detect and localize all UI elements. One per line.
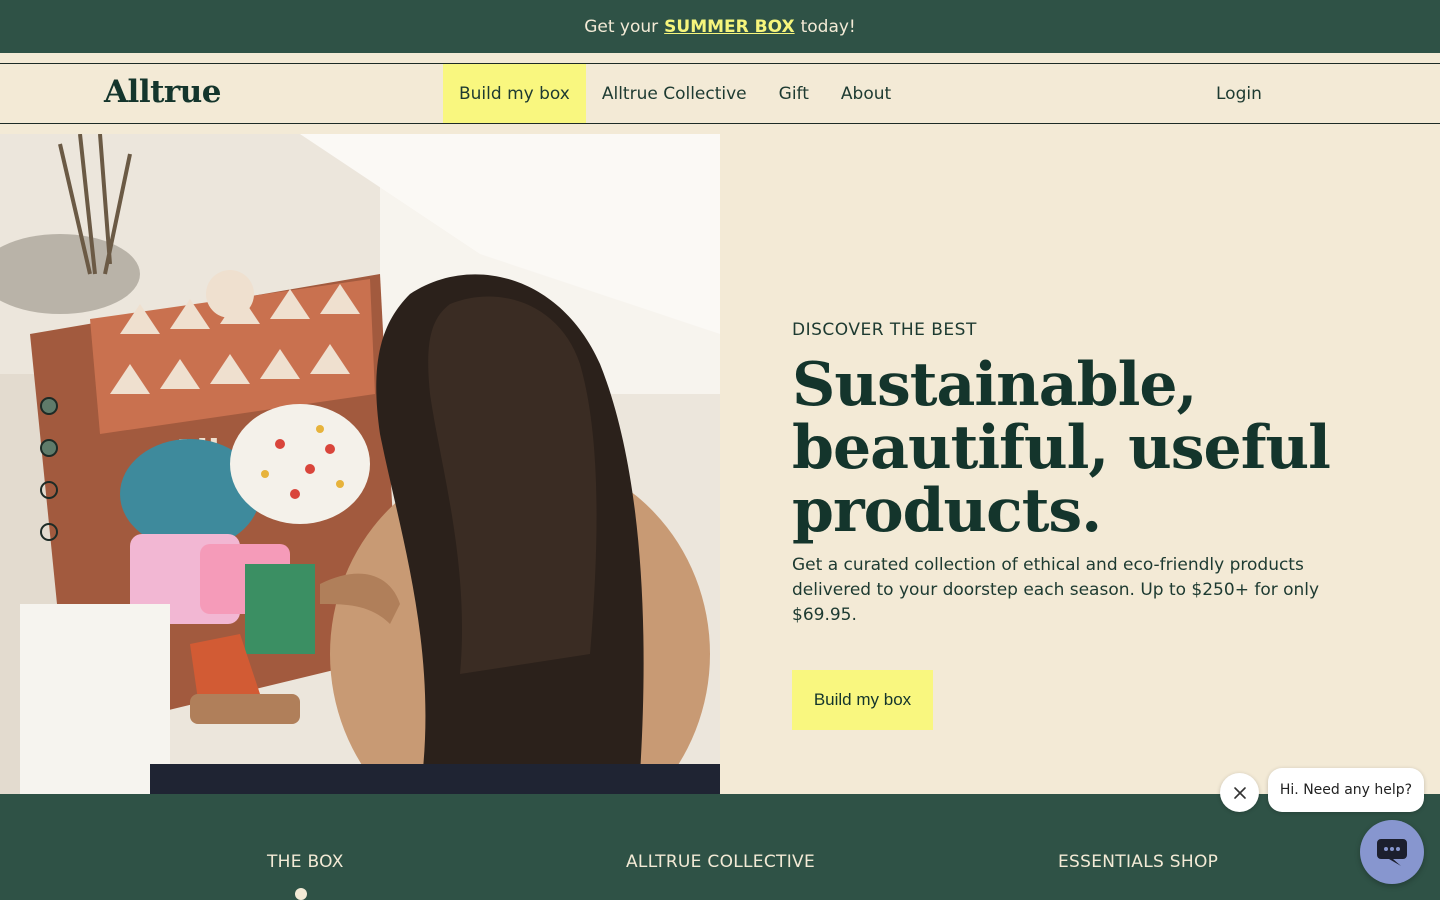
carousel-dot-1[interactable] (40, 397, 58, 415)
nav-about[interactable]: About (825, 64, 907, 123)
carousel-dots (40, 397, 58, 541)
close-icon (1233, 786, 1246, 799)
promo-banner: Get your SUMMER BOX today! (0, 0, 1440, 53)
category-the-box[interactable]: THE BOX (267, 852, 344, 872)
nav-build-my-box[interactable]: Build my box (443, 64, 586, 123)
nav-gift[interactable]: Gift (763, 64, 825, 123)
promo-prefix: Get your (584, 16, 659, 37)
build-my-box-button[interactable]: Build my box (792, 670, 933, 730)
nav-links: Build my box Alltrue Collective Gift Abo… (443, 64, 907, 123)
hero-headline: Sustainable, beautiful, useful products. (792, 350, 1331, 546)
promo-link[interactable]: SUMMER BOX (664, 17, 794, 37)
carousel-dot-2[interactable] (40, 439, 58, 457)
nav-alltrue-collective[interactable]: Alltrue Collective (586, 64, 763, 123)
hero-text-block: DISCOVER THE BEST Sustainable, beautiful… (792, 320, 1372, 628)
chat-icon (1377, 839, 1407, 866)
login-link[interactable]: Login (1216, 64, 1262, 123)
chat-close-button[interactable] (1220, 773, 1259, 812)
hero-eyebrow: DISCOVER THE BEST (792, 320, 977, 340)
category-alltrue-collective[interactable]: ALLTRUE COLLECTIVE (626, 852, 815, 872)
category-active-indicator (295, 888, 307, 900)
hero-illustration: All (0, 134, 720, 794)
carousel-dot-4[interactable] (40, 523, 58, 541)
promo-suffix: today! (800, 16, 856, 37)
hero-image: All (0, 134, 720, 794)
category-band: THE BOX ALLTRUE COLLECTIVE ESSENTIALS SH… (0, 794, 1440, 900)
chat-greeting[interactable]: Hi. Need any help? (1268, 768, 1424, 812)
category-essentials-shop[interactable]: ESSENTIALS SHOP (1058, 852, 1218, 872)
main-nav: Alltrue Build my box Alltrue Collective … (0, 63, 1440, 124)
logo[interactable]: Alltrue (104, 74, 222, 110)
carousel-dot-3[interactable] (40, 481, 58, 499)
hero-subtext: Get a curated collection of ethical and … (792, 555, 1320, 625)
chat-launcher-button[interactable] (1360, 820, 1424, 884)
